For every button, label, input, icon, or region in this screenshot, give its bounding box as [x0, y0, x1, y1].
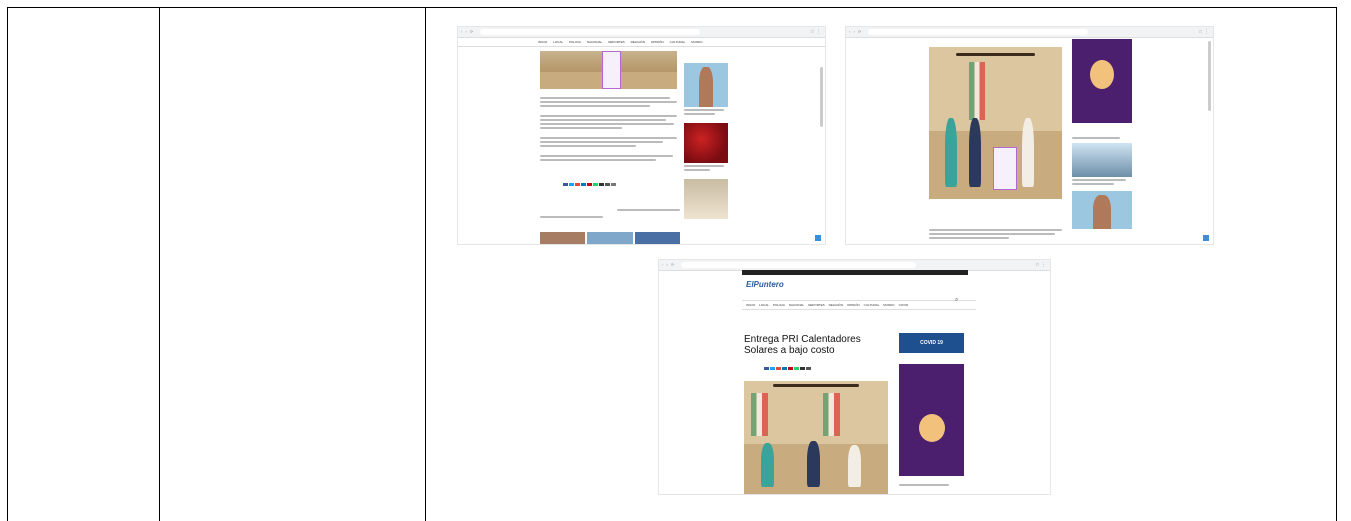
- nav-item: MUNDO: [691, 40, 703, 44]
- article-photo: [744, 381, 888, 494]
- sidebar: [684, 53, 728, 219]
- table-cell-2: [159, 7, 426, 521]
- search-icon[interactable]: ⌕: [955, 297, 958, 304]
- covid-banner: COVID 19: [899, 333, 964, 353]
- nav-arrows-icon: ‹ › ⟳: [461, 29, 475, 34]
- nav-item: LOCAL: [553, 40, 564, 44]
- nav-item: CULTURAL: [863, 303, 880, 307]
- nav-item: RELIGIÓN: [828, 303, 843, 307]
- scroll-top-button[interactable]: [815, 235, 821, 241]
- sidebar-poster: [1072, 39, 1132, 123]
- nav-item: INICIO: [538, 40, 548, 44]
- scrollbar[interactable]: [820, 67, 823, 127]
- table-cell-1: [7, 7, 160, 521]
- sidebar-thumb-1: [684, 63, 728, 107]
- nav-item: POLICIA: [773, 303, 785, 307]
- article-body-text: [540, 95, 677, 163]
- nav-item: NACIONAL: [788, 303, 805, 307]
- related-thumbnails: [540, 232, 680, 244]
- sidebar-poster: [899, 364, 964, 476]
- browser-actions-icon: ☆ ⋮: [810, 29, 821, 35]
- screenshot-article-scrolled: ‹ › ⟳ ☆ ⋮ INICIO LOCAL POLICIA NACIONAL …: [457, 26, 826, 245]
- browser-actions-icon: ☆ ⋮: [1035, 262, 1046, 268]
- scroll-top-button[interactable]: [1203, 235, 1209, 241]
- nav-item: MUNDO: [883, 303, 895, 307]
- nav-item: POLICIA: [569, 40, 581, 44]
- nav-item: RELIGIÓN: [630, 40, 645, 44]
- browser-toolbar: ‹ › ⟳ ☆ ⋮: [458, 27, 825, 38]
- related-links: [540, 207, 680, 225]
- address-bar: [681, 262, 916, 268]
- top-bar: [742, 270, 968, 275]
- sidebar-thumb-2: [684, 123, 728, 163]
- scrollbar[interactable]: [1208, 41, 1211, 111]
- table-right-border: [1335, 7, 1337, 521]
- article-photo-crop: [540, 51, 677, 89]
- share-buttons: [764, 367, 811, 370]
- nav-item: INICIO: [746, 303, 756, 307]
- nav-item: OPINIÓN: [651, 40, 664, 44]
- site-nav: INICIO LOCAL POLICIA NACIONAL DEPORTES R…: [742, 300, 976, 310]
- nav-item: CULTURAL: [669, 40, 686, 44]
- site-logo: ElPuntero: [746, 280, 784, 289]
- nav-item: LOCAL: [759, 303, 770, 307]
- screenshot-article-photo: ‹ › ⟳ ☆ ⋮: [845, 26, 1214, 245]
- sidebar-news: [1072, 135, 1132, 229]
- nav-item: COVID: [898, 303, 909, 307]
- photo-caption: [929, 227, 1062, 241]
- browser-toolbar: ‹ › ⟳ ☆ ⋮: [846, 27, 1213, 38]
- site-nav: INICIO LOCAL POLICIA NACIONAL DEPORTES R…: [458, 38, 825, 47]
- nav-item: OPINIÓN: [847, 303, 860, 307]
- address-bar: [480, 29, 701, 35]
- article-headline: Entrega PRI Calentadores Solares a bajo …: [744, 334, 861, 356]
- sidebar-heading: [899, 484, 949, 486]
- browser-actions-icon: ☆ ⋮: [1198, 29, 1209, 35]
- nav-arrows-icon: ‹ › ⟳: [662, 262, 676, 267]
- nav-item: DEPORTES: [608, 40, 625, 44]
- sidebar-thumb-3: [684, 179, 728, 219]
- address-bar: [868, 29, 1089, 35]
- screenshot-article-header: ‹ › ⟳ ☆ ⋮ ElPuntero INICIO LOCAL POLICIA…: [658, 259, 1051, 495]
- nav-item: DEPORTES: [808, 303, 825, 307]
- nav-arrows-icon: ‹ › ⟳: [849, 29, 863, 34]
- share-buttons: [563, 183, 616, 186]
- article-photo: [929, 47, 1062, 199]
- nav-item: NACIONAL: [586, 40, 603, 44]
